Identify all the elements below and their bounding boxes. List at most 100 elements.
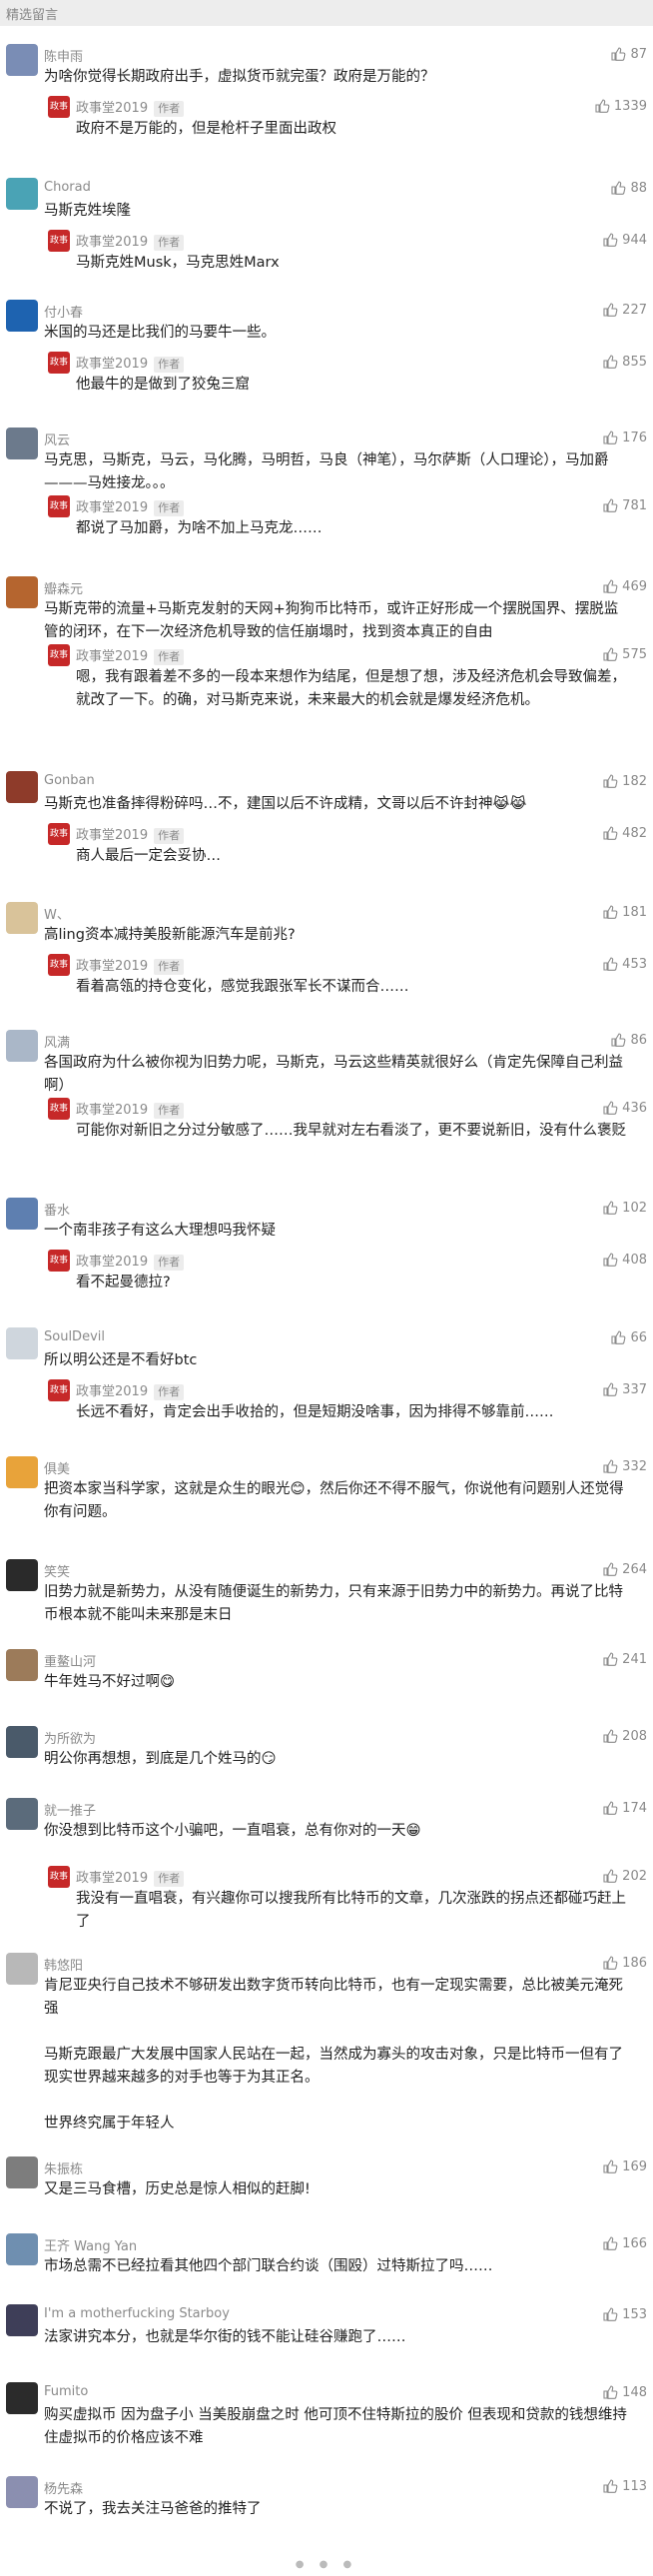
- commenter-name[interactable]: 瓣森元: [44, 578, 83, 597]
- avatar[interactable]: [6, 576, 38, 608]
- commenter-name[interactable]: 风满: [44, 1032, 70, 1051]
- like-button[interactable]: 102: [602, 1200, 647, 1216]
- commenter-name[interactable]: 为所欲为: [44, 1728, 96, 1747]
- like-count: 208: [622, 1728, 647, 1744]
- commenter-name[interactable]: W、: [44, 904, 70, 923]
- commenter-name[interactable]: 朱振栋: [44, 2158, 83, 2177]
- commenter-name[interactable]: SoulDevil: [44, 1329, 105, 1344]
- like-button[interactable]: 264: [602, 1561, 647, 1577]
- commenter-name[interactable]: Fumito: [44, 2384, 88, 2399]
- thumbs-up-icon: [610, 1032, 626, 1048]
- like-button[interactable]: 227: [602, 302, 647, 318]
- reply-like-button[interactable]: 453: [602, 956, 647, 972]
- like-button[interactable]: 153: [602, 2306, 647, 2322]
- reply-like-button[interactable]: 482: [602, 825, 647, 841]
- author-name-text: 政事堂2019: [76, 959, 149, 974]
- avatar[interactable]: [6, 2382, 38, 2414]
- avatar[interactable]: [6, 1798, 38, 1830]
- like-button[interactable]: 181: [602, 904, 647, 920]
- commenter-name[interactable]: 番水: [44, 1200, 70, 1219]
- avatar[interactable]: [6, 1198, 38, 1230]
- like-button[interactable]: 148: [602, 2384, 647, 2400]
- reply-like-button[interactable]: 337: [602, 1381, 647, 1397]
- like-count: 241: [622, 1651, 647, 1667]
- author-name: 政事堂2019 作者: [76, 955, 185, 975]
- avatar[interactable]: [6, 1030, 38, 1062]
- avatar[interactable]: [6, 771, 38, 803]
- author-avatar: 政事堂: [48, 1866, 70, 1888]
- commenter-name[interactable]: 杨先森: [44, 2478, 83, 2497]
- like-button[interactable]: 469: [602, 578, 647, 594]
- commenter-name[interactable]: 王齐 Wang Yan: [44, 2235, 137, 2254]
- commenter-name[interactable]: 风云: [44, 429, 70, 448]
- like-button[interactable]: 176: [602, 429, 647, 445]
- avatar[interactable]: [6, 2476, 38, 2508]
- avatar[interactable]: [6, 1649, 38, 1681]
- like-button[interactable]: 208: [602, 1728, 647, 1744]
- like-button[interactable]: 66: [610, 1329, 647, 1345]
- like-button[interactable]: 113: [602, 2478, 647, 2494]
- reply-like-button[interactable]: 202: [602, 1868, 647, 1884]
- reply-like-count: 575: [622, 646, 647, 662]
- comment-text: 所以明公还是不看好btc: [44, 1352, 198, 1368]
- avatar[interactable]: [6, 1953, 38, 1985]
- like-button[interactable]: 88: [610, 180, 647, 196]
- commenter-name[interactable]: 韩悠阳: [44, 1955, 83, 1974]
- like-button[interactable]: 186: [602, 1955, 647, 1971]
- avatar[interactable]: [6, 1327, 38, 1359]
- commenter-name[interactable]: 俱美: [44, 1458, 70, 1477]
- thumbs-up-icon: [602, 1561, 618, 1577]
- like-count: 88: [630, 180, 647, 196]
- reply-like-button[interactable]: 781: [602, 497, 647, 513]
- reply-like-count: 453: [622, 956, 647, 972]
- like-button[interactable]: 241: [602, 1651, 647, 1667]
- commenter-name[interactable]: Chorad: [44, 180, 91, 195]
- author-avatar: 政事堂: [48, 495, 70, 517]
- reply-like-button[interactable]: 855: [602, 354, 647, 370]
- author-badge: 作者: [154, 828, 185, 844]
- like-count: 113: [622, 2478, 647, 2494]
- reply-text: 马斯克姓Musk，马克思姓Marx: [76, 255, 280, 271]
- comment-text: 明公你再想想，到底是几个姓马的😏: [44, 1751, 277, 1767]
- avatar[interactable]: [6, 428, 38, 459]
- commenter-name[interactable]: 陈申雨: [44, 46, 83, 65]
- avatar[interactable]: [6, 2156, 38, 2188]
- commenter-name[interactable]: I'm a motherfucking Starboy: [44, 2306, 230, 2321]
- author-name-text: 政事堂2019: [76, 1871, 149, 1886]
- thumbs-up-icon: [602, 578, 618, 594]
- avatar[interactable]: [6, 902, 38, 934]
- like-button[interactable]: 166: [602, 2235, 647, 2251]
- commenter-name[interactable]: 就一推子: [44, 1800, 96, 1819]
- like-button[interactable]: 182: [602, 773, 647, 789]
- avatar[interactable]: [6, 2304, 38, 2336]
- thumbs-up-icon: [602, 2235, 618, 2251]
- avatar[interactable]: [6, 178, 38, 210]
- avatar[interactable]: [6, 1559, 38, 1591]
- like-button[interactable]: 174: [602, 1800, 647, 1816]
- like-button[interactable]: 87: [610, 46, 647, 62]
- commenter-name[interactable]: 重鳌山河: [44, 1651, 96, 1670]
- reply-like-button[interactable]: 436: [602, 1100, 647, 1116]
- author-name-text: 政事堂2019: [76, 500, 149, 515]
- reply-like-button[interactable]: 408: [602, 1252, 647, 1268]
- like-button[interactable]: 169: [602, 2158, 647, 2174]
- like-count: 153: [622, 2306, 647, 2322]
- like-button[interactable]: 86: [610, 1032, 647, 1048]
- avatar[interactable]: [6, 1726, 38, 1758]
- reply-like-button[interactable]: 575: [602, 646, 647, 662]
- avatar[interactable]: [6, 44, 38, 76]
- thumbs-up-icon: [602, 1458, 618, 1474]
- avatar[interactable]: [6, 300, 38, 332]
- thumbs-up-icon: [610, 1329, 626, 1345]
- reply-like-button[interactable]: 1339: [594, 98, 647, 114]
- reply-like-button[interactable]: 944: [602, 232, 647, 248]
- like-button[interactable]: 332: [602, 1458, 647, 1474]
- reply-like-count: 855: [622, 354, 647, 370]
- avatar[interactable]: [6, 1456, 38, 1488]
- comment-text: 米国的马还是比我们的马要牛一些。: [44, 325, 276, 341]
- commenter-name[interactable]: Gonban: [44, 773, 95, 788]
- commenter-name[interactable]: 付小春: [44, 302, 83, 321]
- avatar[interactable]: [6, 2233, 38, 2265]
- like-count: 102: [622, 1200, 647, 1216]
- commenter-name[interactable]: 笑笑: [44, 1561, 70, 1580]
